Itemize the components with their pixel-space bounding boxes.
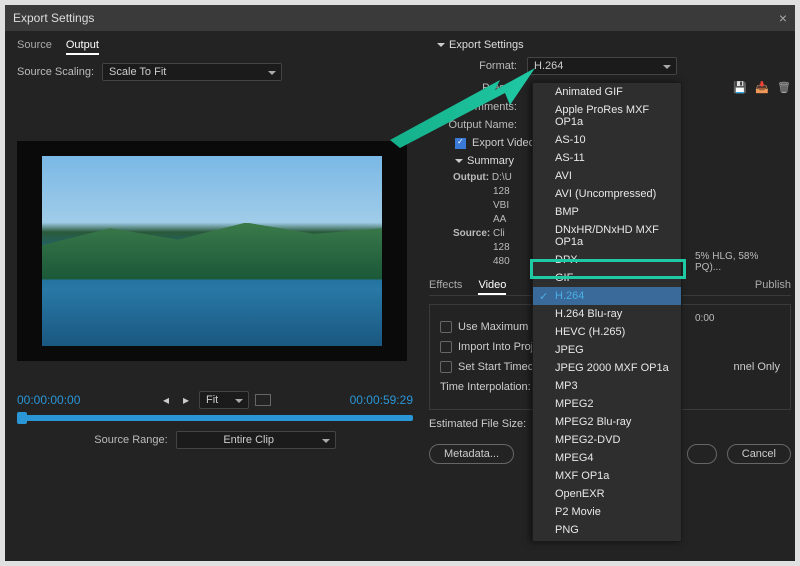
format-option[interactable]: MPEG2 <box>533 395 681 413</box>
close-icon[interactable]: × <box>779 10 787 26</box>
next-frame-icon[interactable]: ▸ <box>179 393 193 407</box>
format-option[interactable]: DPX <box>533 251 681 269</box>
source-range-label: Source Range: <box>94 434 167 446</box>
source-scaling-select[interactable]: Scale To Fit <box>102 63 282 81</box>
format-option[interactable]: MPEG2-DVD <box>533 431 681 449</box>
right-info-column: 5% HLG, 58% PQ)... 0:00 <box>695 121 785 324</box>
playback-controls: ◂ ▸ Fit <box>159 391 271 409</box>
format-option[interactable]: BMP <box>533 203 681 221</box>
annotation-arrow-icon <box>380 60 540 150</box>
format-option[interactable]: H.264 Blu-ray <box>533 305 681 323</box>
timecode-out[interactable]: 00:00:59:29 <box>350 393 413 407</box>
export-settings-header[interactable]: Export Settings <box>437 39 791 51</box>
format-option[interactable]: Animated GIF <box>533 83 681 101</box>
tab-effects[interactable]: Effects <box>429 279 462 295</box>
import-preset-icon[interactable]: 📥 <box>755 81 769 95</box>
source-range-row: Source Range: Entire Clip <box>17 431 413 449</box>
format-option[interactable]: DNxHR/DNxHD MXF OP1a <box>533 221 681 251</box>
preset-icon-buttons: 💾 📥 🗑 <box>733 81 791 95</box>
format-select[interactable]: H.264 <box>527 57 677 75</box>
tab-output[interactable]: Output <box>66 39 99 55</box>
format-option[interactable]: JPEG 2000 MXF OP1a <box>533 359 681 377</box>
source-scaling-label: Source Scaling: <box>17 66 94 78</box>
info-time: 0:00 <box>695 313 785 324</box>
info-hlg: 5% HLG, 58% PQ)... <box>695 251 785 273</box>
format-dropdown[interactable]: Animated GIFApple ProRes MXF OP1aAS-10AS… <box>532 82 682 542</box>
format-option[interactable]: QuickTime <box>533 539 681 542</box>
channel-only-label: nnel Only <box>734 361 780 373</box>
titlebar: Export Settings × <box>5 5 795 31</box>
tab-video[interactable]: Video <box>478 279 506 295</box>
zoom-select[interactable]: Fit <box>199 391 249 409</box>
left-panel: Source Output Source Scaling: Scale To F… <box>5 31 425 561</box>
format-option[interactable]: AVI <box>533 167 681 185</box>
format-option[interactable]: H.264 <box>533 287 681 305</box>
prev-frame-icon[interactable]: ◂ <box>159 393 173 407</box>
preview-area <box>17 141 407 361</box>
format-option[interactable]: MPEG2 Blu-ray <box>533 413 681 431</box>
queue-button[interactable] <box>687 444 717 464</box>
aspect-icon[interactable] <box>255 394 271 406</box>
preview-tabs: Source Output <box>17 39 413 55</box>
timeline-slider[interactable] <box>17 415 413 421</box>
source-range-select[interactable]: Entire Clip <box>176 431 336 449</box>
window-title: Export Settings <box>13 11 94 25</box>
tab-source[interactable]: Source <box>17 39 52 55</box>
format-option[interactable]: HEVC (H.265) <box>533 323 681 341</box>
format-option[interactable]: AVI (Uncompressed) <box>533 185 681 203</box>
preview-image <box>42 156 382 346</box>
save-preset-icon[interactable]: 💾 <box>733 81 747 95</box>
format-option[interactable]: AS-10 <box>533 131 681 149</box>
start-timecode-checkbox[interactable] <box>440 361 452 373</box>
time-interp-label: Time Interpolation: <box>440 381 531 393</box>
format-option[interactable]: JPEG <box>533 341 681 359</box>
metadata-button[interactable]: Metadata... <box>429 444 514 464</box>
format-option[interactable]: OpenEXR <box>533 485 681 503</box>
format-option[interactable]: MXF OP1a <box>533 467 681 485</box>
est-size-label: Estimated File Size: <box>429 418 526 430</box>
format-option[interactable]: P2 Movie <box>533 503 681 521</box>
source-scaling-row: Source Scaling: Scale To Fit <box>17 63 413 81</box>
format-option[interactable]: PNG <box>533 521 681 539</box>
format-option[interactable]: MPEG4 <box>533 449 681 467</box>
time-bar: 00:00:00:00 ◂ ▸ Fit 00:00:59:29 Source R… <box>17 391 413 449</box>
delete-preset-icon[interactable]: 🗑 <box>777 81 791 95</box>
format-option[interactable]: MP3 <box>533 377 681 395</box>
format-option[interactable]: Apple ProRes MXF OP1a <box>533 101 681 131</box>
use-max-checkbox[interactable] <box>440 321 452 333</box>
format-option[interactable]: AS-11 <box>533 149 681 167</box>
timecode-in[interactable]: 00:00:00:00 <box>17 393 80 407</box>
import-project-checkbox[interactable] <box>440 341 452 353</box>
format-option[interactable]: GIF <box>533 269 681 287</box>
cancel-button[interactable]: Cancel <box>727 444 791 464</box>
